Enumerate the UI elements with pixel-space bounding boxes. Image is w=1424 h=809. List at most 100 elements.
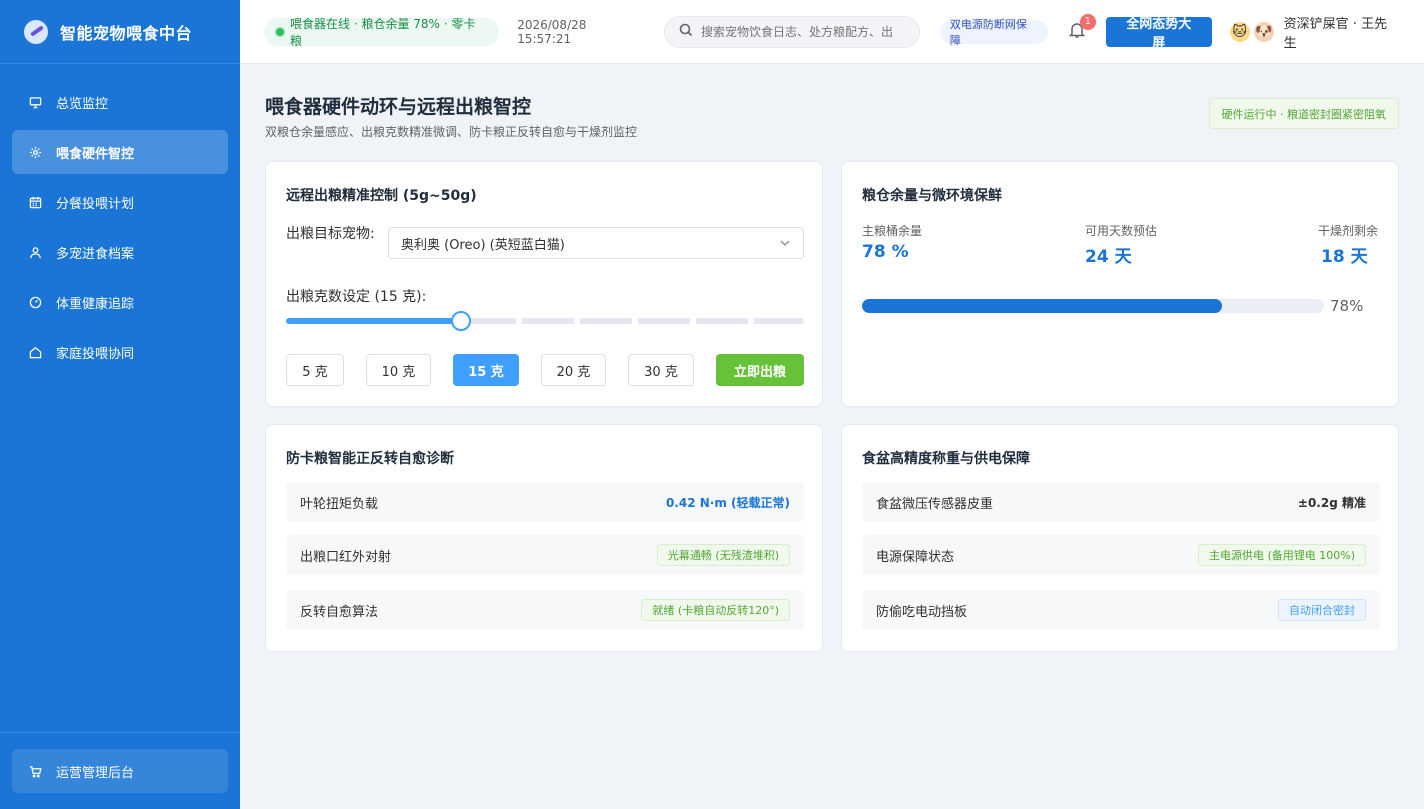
device-status-text: 喂食器在线 · 粮仓余量 78% · 零卡粮 <box>290 16 476 48</box>
sidebar-item-admin[interactable]: 运营管理后台 <box>12 749 228 793</box>
page-subtitle: 双粮仓余量感应、出粮克数精准微调、防卡粮正反转自愈与干燥剂监控 <box>265 125 638 139</box>
stat-label-desiccant: 干燥剂剩余 <box>1317 224 1378 238</box>
cat-avatar-icon: 🐱 <box>1229 21 1250 42</box>
slider-thumb[interactable] <box>451 311 471 331</box>
top-header: 喂食器在线 · 粮仓余量 78% · 零卡粮 2026/08/28 15:57:… <box>240 0 1424 64</box>
search-box[interactable] <box>664 15 920 48</box>
dispense-now-button[interactable]: 立即出粮 <box>716 354 804 386</box>
card-title: 食盆高精度称重与供电保障 <box>862 451 1030 467</box>
gram-slider[interactable] <box>286 311 804 331</box>
sidebar-nav: 总览监控 喂食硬件智控 分餐投喂计划 多宠进食档案 体重健康追踪 家庭投喂协同 <box>0 64 240 374</box>
sidebar-item-pet-records[interactable]: 多宠进食档案 <box>12 230 228 274</box>
page-header: 喂食器硬件动环与远程出粮智控 双粮仓余量感应、出粮克数精准微调、防卡粮正反转自愈… <box>265 64 1399 160</box>
user-icon <box>28 245 42 259</box>
storage-card: 粮仓余量与微环境保鲜 主粮桶余量 78 % 可用天数预估 24 天 干燥剂剩余 … <box>841 161 1399 407</box>
status-badge: 主电源供电 (备用锂电 100%) <box>1197 544 1366 566</box>
row-label: 出粮口红外对射 <box>300 549 392 565</box>
brand[interactable]: 智能宠物喂食中台 <box>0 0 240 64</box>
gram-presets: 5 克 10 克 15 克 20 克 30 克 立即出粮 <box>286 354 804 386</box>
preset-10g-button[interactable]: 10 克 <box>366 354 431 386</box>
dog-avatar-icon: 🐶 <box>1253 21 1274 42</box>
status-badge: 自动闭合密封 <box>1278 599 1366 621</box>
online-dot-icon <box>276 27 284 36</box>
hardware-run-tag: 硬件运行中 · 粮道密封圈紧密阻氧 <box>1208 98 1399 129</box>
sidebar-footer: 运营管理后台 <box>0 732 240 809</box>
gauge-icon <box>28 295 42 309</box>
stat-value-main-bin: 78 % <box>862 242 909 262</box>
page-title: 喂食器硬件动环与远程出粮智控 <box>265 96 532 118</box>
slider-stop <box>574 318 580 324</box>
search-icon <box>679 23 693 41</box>
gear-icon <box>28 145 42 159</box>
sidebar-item-feeding-plan[interactable]: 分餐投喂计划 <box>12 180 228 224</box>
bowl-row-tare: 食盆微压传感器皮重 ±0.2g 精准 <box>862 482 1380 522</box>
bowl-row-power: 电源保障状态 主电源供电 (备用锂电 100%) <box>862 535 1380 575</box>
slider-stop <box>516 318 522 324</box>
brand-title: 智能宠物喂食中台 <box>60 23 193 43</box>
monitor-icon <box>28 95 42 109</box>
bin-progress-text: 78% <box>1330 297 1364 315</box>
row-value: 0.42 N·m (轻载正常) <box>665 495 790 510</box>
diag-row-torque: 叶轮扭矩负载 0.42 N·m (轻载正常) <box>286 482 804 522</box>
bowl-weighing-card: 食盆高精度称重与供电保障 食盆微压传感器皮重 ±0.2g 精准 电源保障状态 主… <box>841 424 1399 652</box>
card-title: 粮仓余量与微环境保鲜 <box>862 188 1002 204</box>
home-icon <box>28 345 42 359</box>
sidebar-item-overview[interactable]: 总览监控 <box>12 80 228 124</box>
row-label: 叶轮扭矩负载 <box>300 496 379 512</box>
row-label: 食盆微压传感器皮重 <box>876 496 994 512</box>
main-content: 喂食器硬件动环与远程出粮智控 双粮仓余量感应、出粮克数精准微调、防卡粮正反转自愈… <box>265 64 1399 652</box>
bin-progress-bar <box>862 299 1324 313</box>
slider-fill <box>286 318 461 324</box>
dispense-control-card: 远程出粮精准控制 (5g~50g) 出粮目标宠物: 奥利奥 (Oreo) (英短… <box>265 161 823 407</box>
diag-row-reverse-algo: 反转自愈算法 就绪 (卡粮自动反转120°) <box>286 590 804 630</box>
device-status-badge: 喂食器在线 · 粮仓余量 78% · 零卡粮 <box>264 16 500 48</box>
chevron-down-icon <box>779 237 791 249</box>
notification-count-badge: 1 <box>1079 13 1096 30</box>
preset-30g-button[interactable]: 30 克 <box>628 354 694 386</box>
pet-select-value: 奥利奥 (Oreo) (英短蓝白猫) <box>401 237 565 253</box>
status-badge: 就绪 (卡粮自动反转120°) <box>641 599 790 621</box>
row-value: ±0.2g 精准 <box>1297 495 1366 510</box>
pet-select-label: 出粮目标宠物: <box>286 226 375 242</box>
brand-logo-icon <box>24 19 48 44</box>
status-badge: 光幕通畅 (无残渣堆积) <box>656 544 790 566</box>
header-datetime: 2026/08/28 15:57:21 <box>517 17 587 46</box>
anti-jam-card: 防卡粮智能正反转自愈诊断 叶轮扭矩负载 0.42 N·m (轻载正常) 出粮口红… <box>265 424 823 652</box>
card-title: 防卡粮智能正反转自愈诊断 <box>286 451 454 467</box>
big-screen-button[interactable]: 全网态势大屏 <box>1105 16 1212 51</box>
sidebar-item-label: 分餐投喂计划 <box>56 196 135 212</box>
stat-label-days-left: 可用天数预估 <box>1085 224 1158 238</box>
sidebar-item-label: 运营管理后台 <box>56 765 135 781</box>
sidebar-item-weight-tracking[interactable]: 体重健康追踪 <box>12 280 228 324</box>
slider-stop <box>748 318 754 324</box>
row-label: 反转自愈算法 <box>300 604 379 620</box>
diag-row-infrared: 出粮口红外对射 光幕通畅 (无残渣堆积) <box>286 535 804 575</box>
preset-15g-button[interactable]: 15 克 <box>453 354 519 386</box>
sidebar-item-label: 家庭投喂协同 <box>56 346 135 362</box>
sidebar-item-label: 多宠进食档案 <box>56 246 135 262</box>
preset-20g-button[interactable]: 20 克 <box>541 354 606 386</box>
sidebar-item-label: 总览监控 <box>56 96 109 112</box>
user-name: 资深铲屎官 · 王先生 <box>1283 16 1388 51</box>
stat-label-main-bin: 主粮桶余量 <box>862 224 923 238</box>
card-title: 远程出粮精准控制 (5g~50g) <box>286 188 477 204</box>
user-menu[interactable]: 🐱 🐶 资深铲屎官 · 王先生 <box>1229 13 1400 51</box>
cart-icon <box>28 764 42 778</box>
calendar-icon <box>28 195 42 209</box>
sidebar-item-family-coop[interactable]: 家庭投喂协同 <box>12 330 228 374</box>
power-guarantee-tag: 双电源防断网保障 <box>939 18 1048 47</box>
row-label: 防偷吃电动挡板 <box>876 604 968 620</box>
sidebar-item-hardware-control[interactable]: 喂食硬件智控 <box>12 130 228 174</box>
preset-5g-button[interactable]: 5 克 <box>286 354 344 386</box>
bowl-row-shield: 防偷吃电动挡板 自动闭合密封 <box>862 590 1380 630</box>
search-input[interactable] <box>701 24 907 39</box>
bin-progress-fill <box>862 299 1223 313</box>
stat-value-desiccant: 18 天 <box>1321 247 1368 267</box>
stat-value-days-left: 24 天 <box>1085 247 1132 267</box>
pet-select-dropdown[interactable]: 奥利奥 (Oreo) (英短蓝白猫) <box>388 227 804 259</box>
notification-button[interactable]: 1 <box>1066 13 1096 43</box>
sidebar-item-label: 体重健康追踪 <box>56 296 135 312</box>
slider-stop <box>632 318 638 324</box>
sidebar-item-label: 喂食硬件智控 <box>56 146 135 162</box>
gram-setting-label: 出粮克数设定 (15 克): <box>286 289 427 305</box>
